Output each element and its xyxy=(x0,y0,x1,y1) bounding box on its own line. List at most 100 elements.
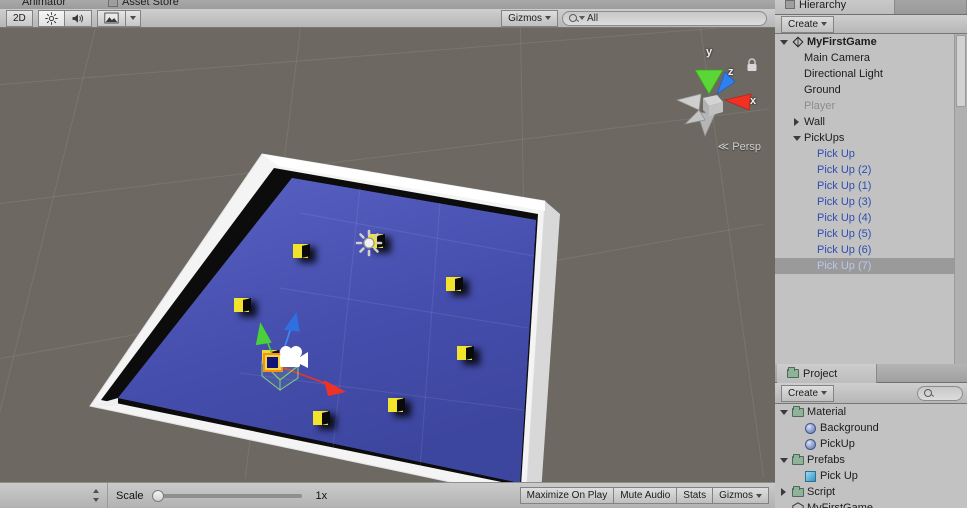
project-search-input[interactable] xyxy=(917,385,963,401)
scene-projection-toggle[interactable]: ≪ Persp xyxy=(718,140,761,153)
folder-glyph xyxy=(791,485,804,497)
updown-stepper-icon[interactable] xyxy=(92,489,101,502)
tab-project[interactable]: Project xyxy=(777,364,877,383)
hierarchy-item-row[interactable]: Wall xyxy=(775,114,967,130)
scene-audio-toggle[interactable] xyxy=(63,9,92,27)
project-create-button[interactable]: Create xyxy=(781,384,835,402)
hierarchy-item-row-label: Main Camera xyxy=(804,52,871,64)
unity-scene-icon xyxy=(791,36,804,48)
hierarchy-item-row-label: Pick Up (6) xyxy=(817,244,872,256)
chevron-right-icon xyxy=(781,488,786,496)
scene-effects-dropdown[interactable] xyxy=(124,9,141,27)
hierarchy-item-row[interactable]: PickUps xyxy=(775,130,967,146)
chevron-down-icon xyxy=(821,391,828,395)
chevron-down-icon xyxy=(779,457,788,463)
search-icon xyxy=(924,389,932,397)
folder-glyph xyxy=(791,405,804,417)
game-gizmos-dropdown[interactable]: Gizmos xyxy=(712,487,769,504)
hierarchy-item-row[interactable]: Pick Up xyxy=(775,146,967,162)
directional-light-gizmo-icon[interactable] xyxy=(352,226,386,260)
tree-expander[interactable] xyxy=(779,457,788,463)
pickup-cube[interactable] xyxy=(313,411,328,425)
pickup-cube[interactable] xyxy=(293,244,308,258)
hierarchy-item-row-label: Pick Up (1) xyxy=(817,180,872,192)
scene-search-value: All xyxy=(587,12,599,24)
maximize-on-play-button[interactable]: Maximize On Play xyxy=(519,487,615,504)
tree-expander[interactable] xyxy=(779,39,788,45)
hierarchy-item-row-label: Pick Up (7) xyxy=(817,260,872,272)
hierarchy-scrollbar-thumb[interactable] xyxy=(956,35,966,107)
scene-gizmos-dropdown[interactable]: Gizmos xyxy=(501,9,558,27)
hierarchy-item-row[interactable]: Pick Up (1) xyxy=(775,178,967,194)
hierarchy-item-row[interactable]: Ground xyxy=(775,82,967,98)
project-item-row-label: PickUp xyxy=(820,438,855,450)
hierarchy-create-button[interactable]: Create xyxy=(781,15,835,33)
hierarchy-item-row-label: Pick Up (4) xyxy=(817,212,872,224)
scale-slider-knob[interactable] xyxy=(151,489,164,502)
tab-asset-store-label: Asset Store xyxy=(122,0,179,8)
folder-icon xyxy=(791,485,804,498)
folder-icon xyxy=(787,367,799,378)
gizmo-z-label: z xyxy=(728,66,734,78)
pickup-cube[interactable] xyxy=(457,346,472,360)
tree-expander[interactable] xyxy=(779,488,788,496)
project-item-row-label: Pick Up xyxy=(820,470,858,482)
transform-move-gizmo[interactable] xyxy=(236,296,396,406)
hierarchy-item-row-label: Pick Up (2) xyxy=(817,164,872,176)
project-item-row-label: Background xyxy=(820,422,879,434)
hierarchy-item-row[interactable]: Directional Light xyxy=(775,66,967,82)
hierarchy-item-row[interactable]: Pick Up (5) xyxy=(775,226,967,242)
unity-editor-window: Animator Asset Store 2D Gizmos All y z x… xyxy=(0,0,967,508)
mute-audio-button[interactable]: Mute Audio xyxy=(613,487,678,504)
project-item-row[interactable]: Pick Up xyxy=(775,468,967,484)
scene-search-input[interactable]: All xyxy=(562,10,767,26)
scale-slider[interactable] xyxy=(151,489,302,502)
tab-animator[interactable]: Animator xyxy=(8,0,66,9)
project-item-row[interactable]: MyFirstGame xyxy=(775,500,967,508)
hierarchy-item-row[interactable]: Main Camera xyxy=(775,50,967,66)
gizmo-x-label: x xyxy=(750,95,757,107)
hierarchy-item-row[interactable]: Pick Up (2) xyxy=(775,162,967,178)
hierarchy-list[interactable]: MyFirstGame Main Camera Directional Light G… xyxy=(775,34,967,364)
hierarchy-item-row-label: Pick Up xyxy=(817,148,855,160)
project-item-row[interactable]: PickUp xyxy=(775,436,967,452)
scene-effects-toggle[interactable] xyxy=(96,9,126,27)
tree-expander[interactable] xyxy=(779,409,788,415)
tab-hierarchy-extra[interactable] xyxy=(895,0,967,14)
scene-2d-toggle[interactable]: 2D xyxy=(6,9,33,27)
stats-button[interactable]: Stats xyxy=(676,487,714,504)
search-icon xyxy=(569,14,577,22)
project-item-row[interactable]: Material xyxy=(775,404,967,420)
hierarchy-item-row-label: Pick Up (3) xyxy=(817,196,872,208)
project-item-row[interactable]: Background xyxy=(775,420,967,436)
tree-expander[interactable] xyxy=(792,135,801,141)
gizmo-y-label: y xyxy=(706,46,713,58)
hierarchy-item-row[interactable]: MyFirstGame xyxy=(775,34,967,50)
hierarchy-scrollbar[interactable] xyxy=(954,34,967,364)
mute-audio-label: Mute Audio xyxy=(620,490,671,501)
hierarchy-item-row[interactable]: Pick Up (4) xyxy=(775,210,967,226)
hierarchy-icon xyxy=(785,0,795,9)
hierarchy-item-row[interactable]: Pick Up (7) xyxy=(775,258,967,274)
hierarchy-item-row-label: Ground xyxy=(804,84,841,96)
project-item-row[interactable]: Prefabs xyxy=(775,452,967,468)
hierarchy-item-row-label: Pick Up (5) xyxy=(817,228,872,240)
hierarchy-item-row[interactable]: Player xyxy=(775,98,967,114)
scene-lighting-toggle[interactable] xyxy=(37,9,65,27)
scale-value: 1x xyxy=(315,489,328,502)
tab-asset-store[interactable]: Asset Store xyxy=(108,0,179,9)
unity-logo-icon xyxy=(791,502,804,508)
project-item-row[interactable]: Script xyxy=(775,484,967,500)
scale-label: Scale xyxy=(116,489,144,502)
projection-label: Persp xyxy=(732,141,761,153)
hierarchy-item-row[interactable]: Pick Up (6) xyxy=(775,242,967,258)
hierarchy-item-row[interactable]: Pick Up (3) xyxy=(775,194,967,210)
project-list[interactable]: Material Background PickUp Prefabs Pick Up Sc… xyxy=(775,404,967,508)
game-board xyxy=(89,153,560,482)
chevron-right-icon xyxy=(794,118,799,126)
scene-view[interactable]: y z x ≪ Persp xyxy=(0,28,775,482)
tree-expander[interactable] xyxy=(792,118,801,126)
project-tab-strip: Project xyxy=(775,364,967,383)
pickup-cube[interactable] xyxy=(446,277,461,291)
tab-hierarchy[interactable]: Hierarchy xyxy=(775,0,895,14)
